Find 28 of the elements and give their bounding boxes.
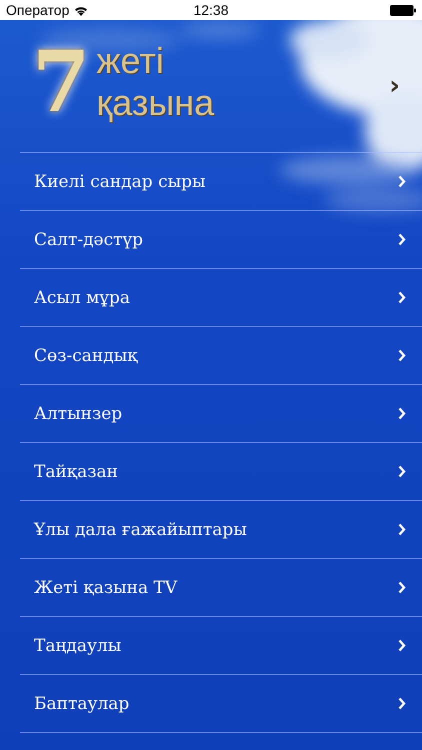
menu-item[interactable]: Алтынзер — [20, 385, 422, 442]
clock-time: 12:38 — [193, 2, 229, 18]
menu-item[interactable]: Тайқазан — [20, 443, 422, 500]
menu-item[interactable]: Ұлы дала ғажайыптары — [20, 501, 422, 558]
menu-item[interactable]: Киелі сандар сыры — [20, 153, 422, 210]
chevron-button[interactable]: › — [385, 73, 404, 99]
logo-number: 7 — [32, 40, 90, 124]
chevron-right-icon — [398, 697, 406, 710]
chevron-right-icon — [398, 407, 406, 420]
chevron-right-icon — [398, 349, 406, 362]
menu-item[interactable]: Баптаулар — [20, 675, 422, 732]
chevron-right-icon — [398, 581, 406, 594]
menu-item[interactable]: Салт-дәстүр — [20, 211, 422, 268]
menu-item[interactable]: Жеті қазына TV — [20, 559, 422, 616]
chevron-right-icon — [398, 465, 406, 478]
menu-item[interactable]: Асыл мұра — [20, 269, 422, 326]
chevron-right-icon — [398, 233, 406, 246]
chevron-right-icon — [398, 523, 406, 536]
menu-item[interactable]: Сөз-сандық — [20, 327, 422, 384]
chevron-right-icon — [398, 175, 406, 188]
chevron-right-icon — [398, 639, 406, 652]
logo-text: жеті — [96, 40, 165, 82]
battery-icon — [390, 4, 416, 16]
chevron-right-icon — [398, 291, 406, 304]
carrier-name: Оператор — [6, 2, 70, 18]
wifi-icon — [74, 4, 88, 16]
menu-item[interactable]: Таңдаулы — [20, 617, 422, 674]
logo-text: қазына — [96, 82, 214, 124]
